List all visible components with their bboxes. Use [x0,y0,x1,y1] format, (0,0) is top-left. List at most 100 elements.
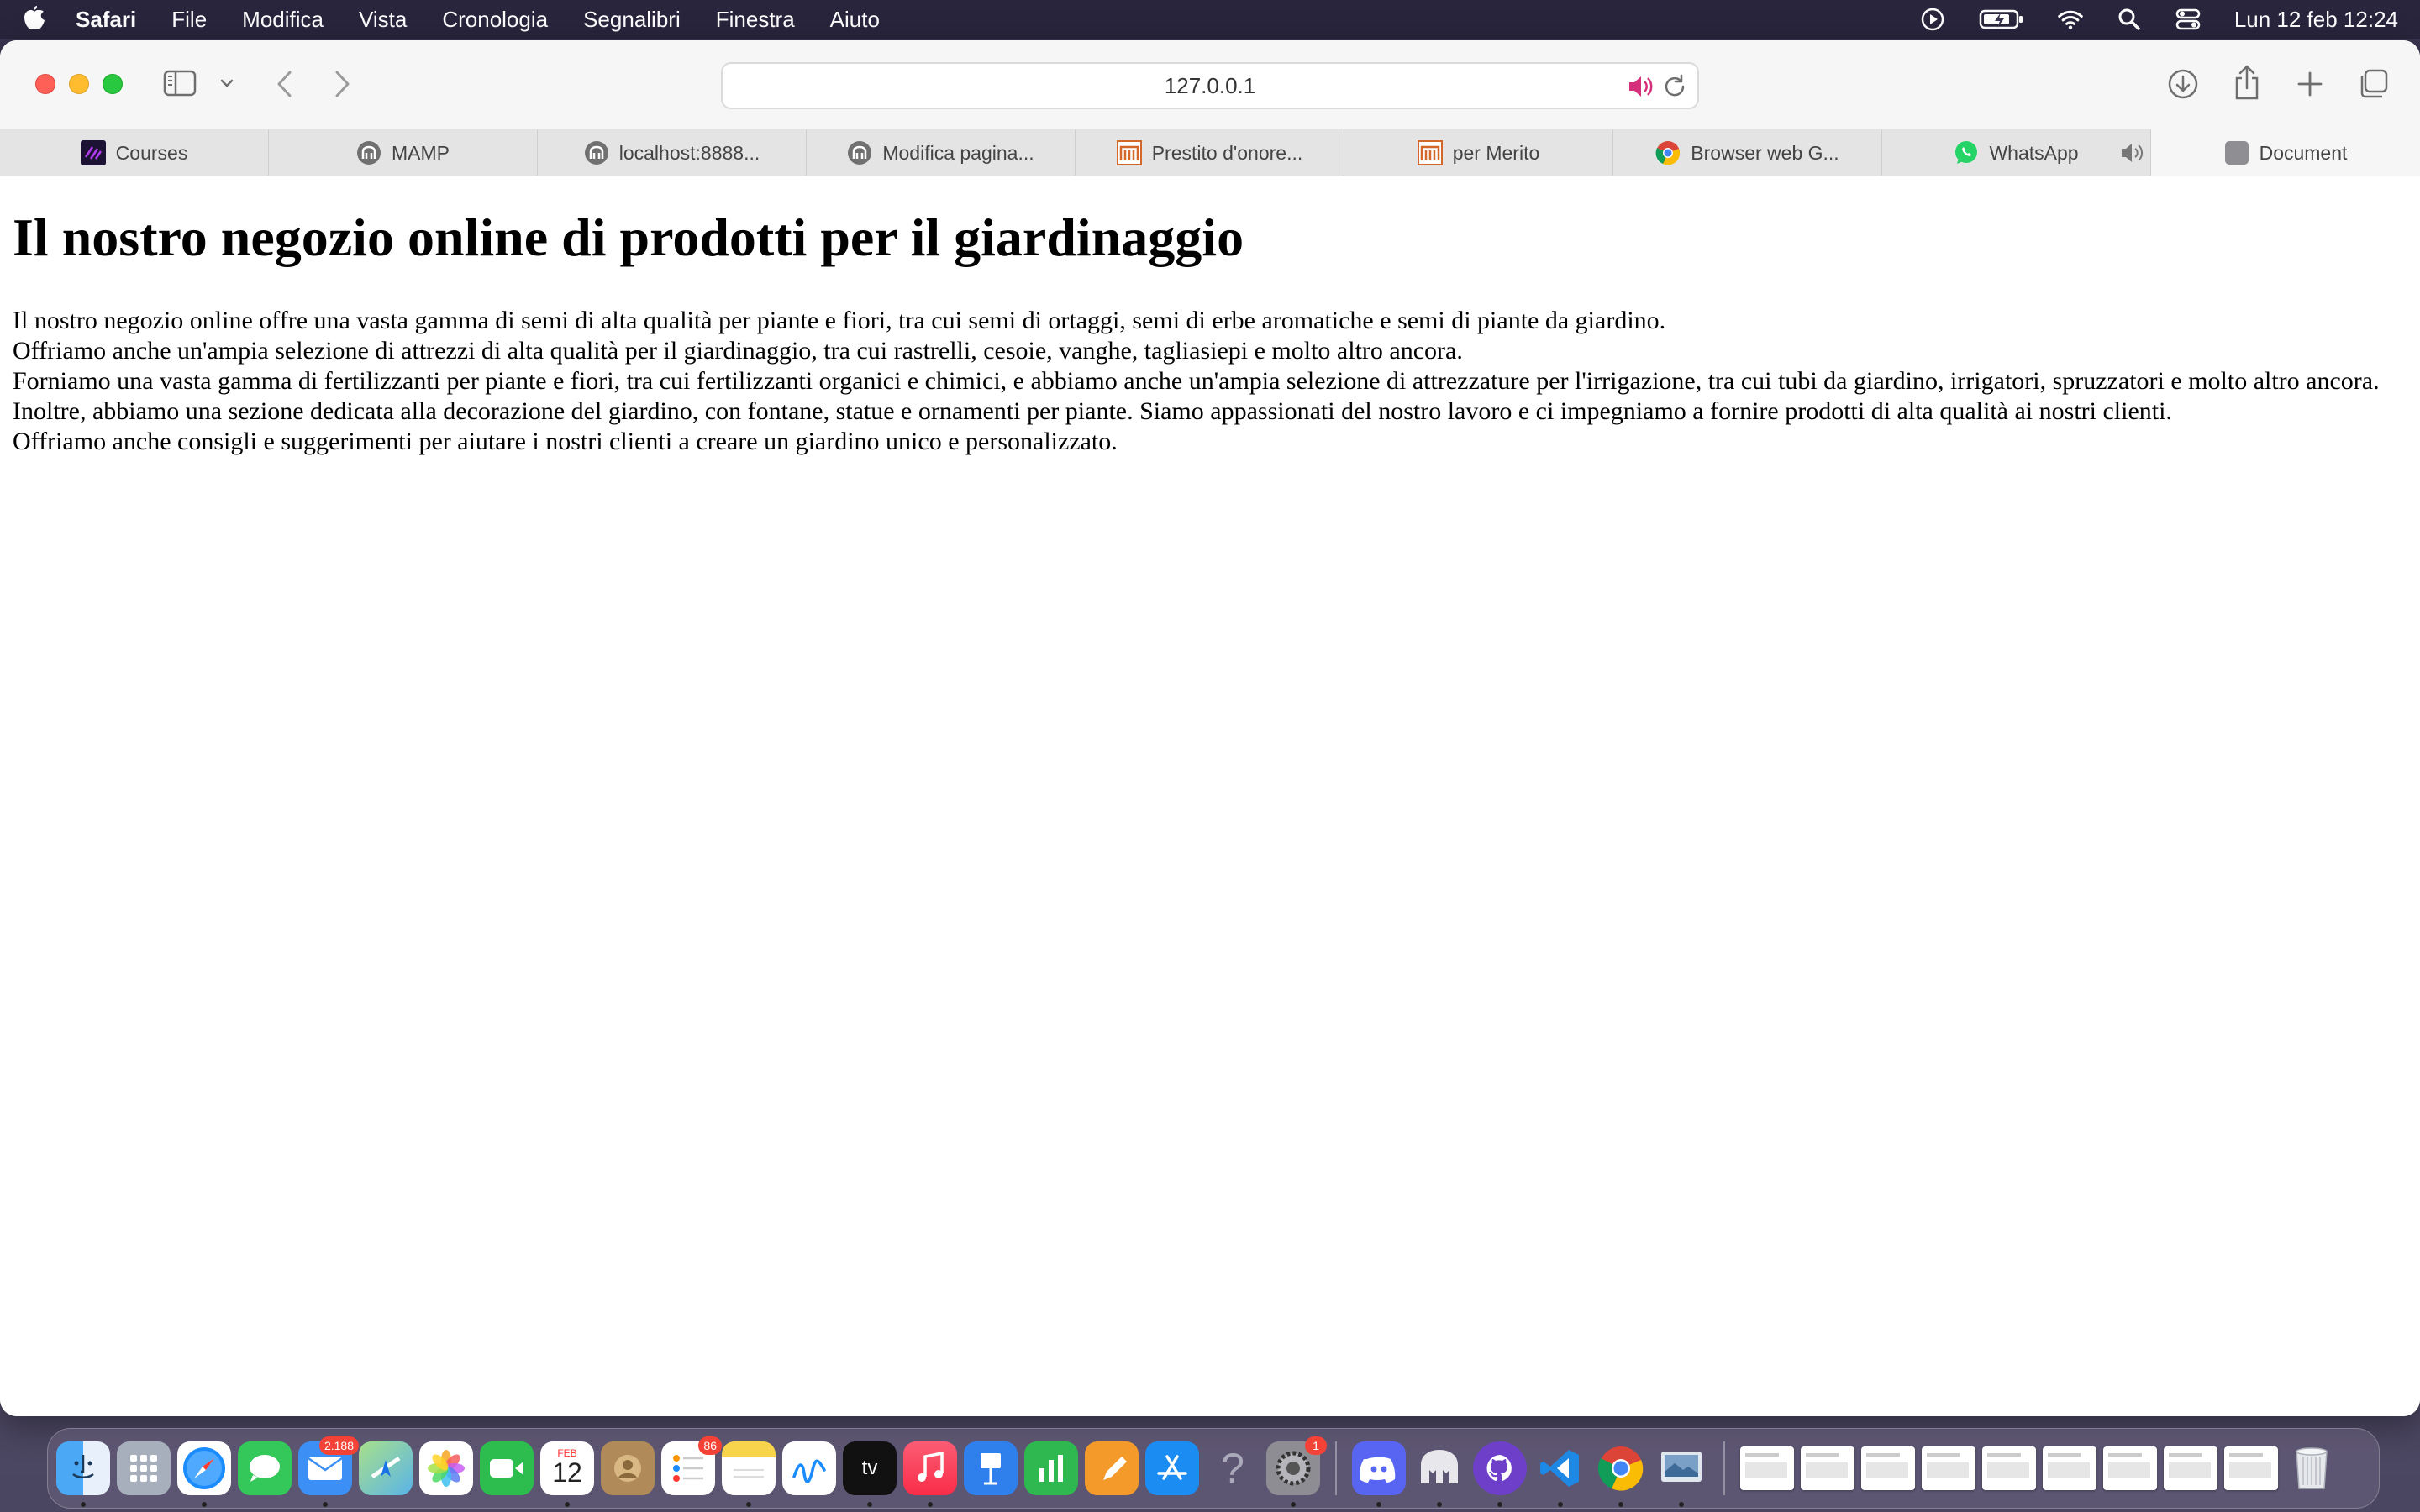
forward-arrow-icon[interactable] [328,67,356,101]
tab-courses[interactable]: Courses [0,129,269,176]
tab-per-merito[interactable]: per Merito [1344,129,1613,176]
menu-finestra[interactable]: Finestra [716,7,795,33]
wifi-icon[interactable] [2058,7,2083,32]
tab-label: MAMP [392,141,450,164]
photos-icon[interactable] [419,1441,473,1495]
minimize-window-button[interactable] [69,74,89,94]
calendar-day: 12 [552,1457,582,1488]
dock-separator [1723,1441,1725,1495]
app-store-icon[interactable] [1145,1441,1199,1495]
tab-prestito-donore[interactable]: Prestito d'onore... [1076,129,1344,176]
menubar-clock[interactable]: Lun 12 feb 12:24 [2234,7,2398,33]
notes-icon[interactable] [722,1441,776,1507]
apple-icon[interactable] [22,6,55,33]
apple-tv-icon[interactable]: tv [843,1441,897,1507]
freeform-icon[interactable] [782,1441,836,1495]
speaker-icon[interactable] [2120,141,2144,165]
tab-document[interactable]: Document [2151,129,2420,176]
tab-modifica-pagina[interactable]: Modifica pagina... [807,129,1076,176]
mamp-icon [847,140,872,165]
github-desktop-icon[interactable] [1473,1441,1527,1507]
minimized-window-thumbnail[interactable] [1922,1446,1975,1490]
courses-icon [80,140,106,165]
control-center-icon[interactable] [2175,7,2201,32]
window-controls [35,74,123,94]
zoom-window-button[interactable] [103,74,123,94]
document-icon [2224,140,2249,165]
tab-overview-icon[interactable] [2356,67,2390,101]
spotlight-search-icon[interactable] [2117,7,2142,32]
minimized-window-thumbnail[interactable] [1801,1446,1854,1490]
play-circle-icon[interactable] [1920,7,1945,32]
tab-label: per Merito [1452,141,1540,164]
downloads-icon[interactable] [2166,67,2200,101]
minimized-window-thumbnail[interactable] [1982,1446,2036,1490]
menu-cronologia[interactable]: Cronologia [442,7,548,33]
dock: 2.188 FEB 12 86 tv ? 1 [47,1428,2380,1509]
maps-icon[interactable] [359,1441,413,1495]
tab-localhost[interactable]: localhost:8888... [538,129,807,176]
tab-label: WhatsApp [1989,141,2079,164]
contacts-icon[interactable] [601,1441,655,1495]
tab-browser-web-google[interactable]: Browser web G... [1613,129,1882,176]
sidebar-toggle-icon[interactable] [163,69,197,97]
preview-icon[interactable] [1655,1441,1708,1507]
trash-icon[interactable] [2285,1441,2338,1495]
menu-app-safari[interactable]: Safari [76,7,136,33]
minimized-window-thumbnail[interactable] [2043,1446,2096,1490]
vscode-icon[interactable] [1534,1441,1587,1507]
music-icon[interactable] [903,1441,957,1507]
tab-whatsapp[interactable]: WhatsApp [1882,129,2151,176]
help-glyph: ? [1221,1445,1244,1492]
settings-badge: 1 [1305,1436,1327,1455]
tab-label: Modifica pagina... [882,141,1034,164]
discord-icon[interactable] [1352,1441,1406,1507]
chevron-down-icon[interactable] [218,71,235,96]
close-window-button[interactable] [35,74,55,94]
mamp-icon [356,140,381,165]
dock-separator [1335,1441,1337,1495]
whatsapp-icon [1954,140,1979,165]
menu-file[interactable]: File [171,7,207,33]
numbers-icon[interactable] [1024,1441,1078,1495]
bank-icon [1116,140,1142,165]
mail-icon[interactable]: 2.188 [298,1436,359,1507]
safari-icon[interactable] [177,1441,231,1507]
keynote-icon[interactable] [964,1441,1018,1495]
google-chrome-icon[interactable] [1594,1441,1648,1507]
minimized-window-thumbnail[interactable] [1740,1446,1794,1490]
page-paragraph: Il nostro negozio online offre una vasta… [13,306,2407,457]
tab-mamp[interactable]: MAMP [269,129,538,176]
battery-icon[interactable] [1979,7,2024,32]
new-tab-plus-icon[interactable] [2294,67,2326,101]
menu-segnalibri[interactable]: Segnalibri [583,7,681,33]
speaker-audio-icon[interactable] [1627,74,1654,99]
pages-icon[interactable] [1085,1441,1139,1495]
launchpad-icon[interactable] [117,1441,171,1495]
minimized-window-thumbnail[interactable] [2164,1446,2217,1490]
calendar-icon[interactable]: FEB 12 [540,1441,594,1507]
minimized-window-thumbnail[interactable] [2103,1446,2157,1490]
minimized-window-thumbnail[interactable] [2224,1446,2278,1490]
menu-bar: Safari File Modifica Vista Cronologia Se… [0,0,2420,39]
address-bar-url[interactable]: 127.0.0.1 [1165,73,1255,99]
minimized-window-thumbnail[interactable] [1861,1446,1915,1490]
reload-icon[interactable] [1662,74,1687,99]
system-settings-icon[interactable]: 1 [1266,1436,1327,1507]
address-bar[interactable]: 127.0.0.1 [721,62,1699,109]
menu-vista[interactable]: Vista [359,7,407,33]
mamp-app-icon[interactable] [1413,1441,1466,1507]
web-page-content: Il nostro negozio online di prodotti per… [0,176,2420,1416]
tab-label: Prestito d'onore... [1151,141,1303,164]
finder-icon[interactable] [56,1441,110,1507]
reminders-icon[interactable]: 86 [661,1436,722,1495]
facetime-icon[interactable] [480,1441,534,1495]
reminders-badge: 86 [698,1436,722,1455]
messages-icon[interactable] [238,1441,292,1495]
back-arrow-icon[interactable] [271,67,299,101]
help-icon[interactable]: ? [1206,1441,1260,1495]
menu-modifica[interactable]: Modifica [242,7,324,33]
menu-aiuto[interactable]: Aiuto [830,7,880,33]
paragraph-line: Inoltre, abbiamo una sezione dedicata al… [13,396,2172,425]
share-icon[interactable] [2232,64,2262,101]
